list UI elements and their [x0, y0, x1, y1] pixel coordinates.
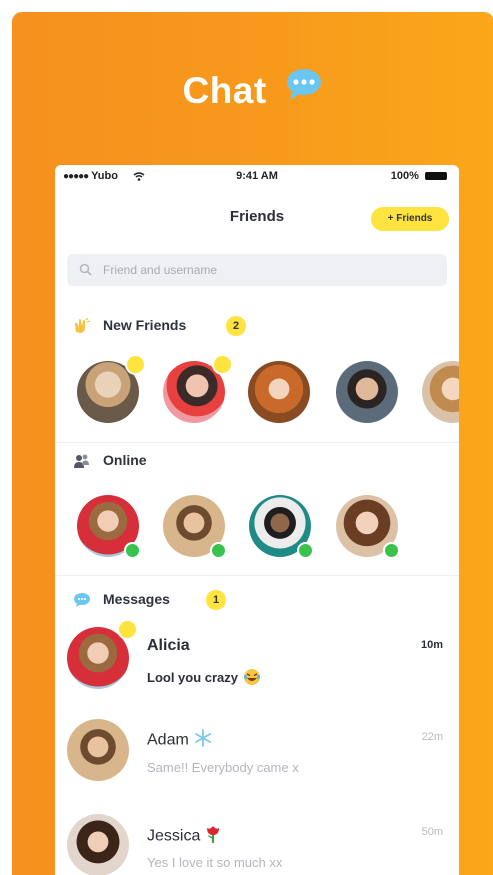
contact-name: Alicia	[147, 637, 190, 654]
app-store-banner: Chat ●●●●● Yubo 9:41 AM 100% Friends + F…	[12, 12, 493, 875]
section-label: Online	[103, 452, 147, 468]
avatar	[67, 719, 129, 781]
speech-bubble-icon	[73, 592, 91, 613]
snowflake-icon	[194, 729, 212, 752]
message-time: 50m	[421, 826, 443, 838]
rose-icon	[205, 824, 221, 849]
contact-name: Adam	[147, 729, 212, 752]
message-preview: Yes I love it so much xx	[147, 855, 283, 870]
laughing-face-icon	[243, 668, 261, 689]
people-silhouette-icon	[73, 453, 91, 474]
section-new-friends: New Friends 2	[55, 313, 459, 339]
new-friend-avatar[interactable]	[422, 361, 459, 423]
online-status-dot	[124, 542, 141, 559]
section-label: New Friends	[103, 317, 187, 333]
hero-title: Chat	[182, 70, 267, 111]
section-online: Online	[55, 448, 459, 474]
unread-indicator-dot	[117, 619, 138, 640]
contact-name: Jessica	[147, 824, 221, 849]
online-status-dot	[383, 542, 400, 559]
hero-heading: Chat	[12, 67, 493, 116]
message-preview: Same!! Everybody came x	[147, 760, 299, 775]
divider	[55, 442, 459, 443]
new-indicator-dot	[125, 354, 146, 375]
new-friends-count-badge: 2	[226, 316, 246, 336]
message-row[interactable]: Adam Same!! Everybody came x 22m	[55, 715, 459, 805]
new-friend-avatar[interactable]	[336, 361, 398, 423]
message-preview: Lool you crazy	[147, 668, 261, 689]
messages-count-badge: 1	[206, 590, 226, 610]
battery-icon	[425, 172, 447, 181]
message-time: 10m	[420, 639, 443, 651]
section-messages: Messages 1	[55, 587, 459, 613]
message-time: 22m	[421, 731, 443, 743]
divider	[55, 575, 459, 576]
status-bar: ●●●●● Yubo 9:41 AM 100%	[55, 165, 459, 187]
message-row[interactable]: Jessica Yes I love it so much xx 50m	[55, 810, 459, 875]
new-indicator-dot	[212, 354, 233, 375]
phone-screen: ●●●●● Yubo 9:41 AM 100% Friends + Friend…	[55, 165, 459, 875]
new-friend-avatar[interactable]	[248, 361, 310, 423]
nav-bar: Friends + Friends	[55, 201, 459, 231]
avatar	[67, 814, 129, 875]
speech-bubble-icon	[284, 67, 324, 112]
online-status-dot	[210, 542, 227, 559]
battery-percent: 100%	[390, 170, 419, 182]
message-row[interactable]: Alicia Lool you crazy 10m	[55, 619, 459, 713]
search-icon	[79, 263, 92, 281]
waving-hands-icon	[73, 317, 91, 339]
search-input[interactable]: Friend and username	[67, 254, 447, 286]
search-placeholder: Friend and username	[103, 263, 218, 277]
add-friends-button[interactable]: + Friends	[371, 207, 449, 231]
online-row	[55, 493, 459, 563]
online-status-dot	[297, 542, 314, 559]
new-friends-row	[55, 354, 459, 428]
section-label: Messages	[103, 591, 170, 607]
